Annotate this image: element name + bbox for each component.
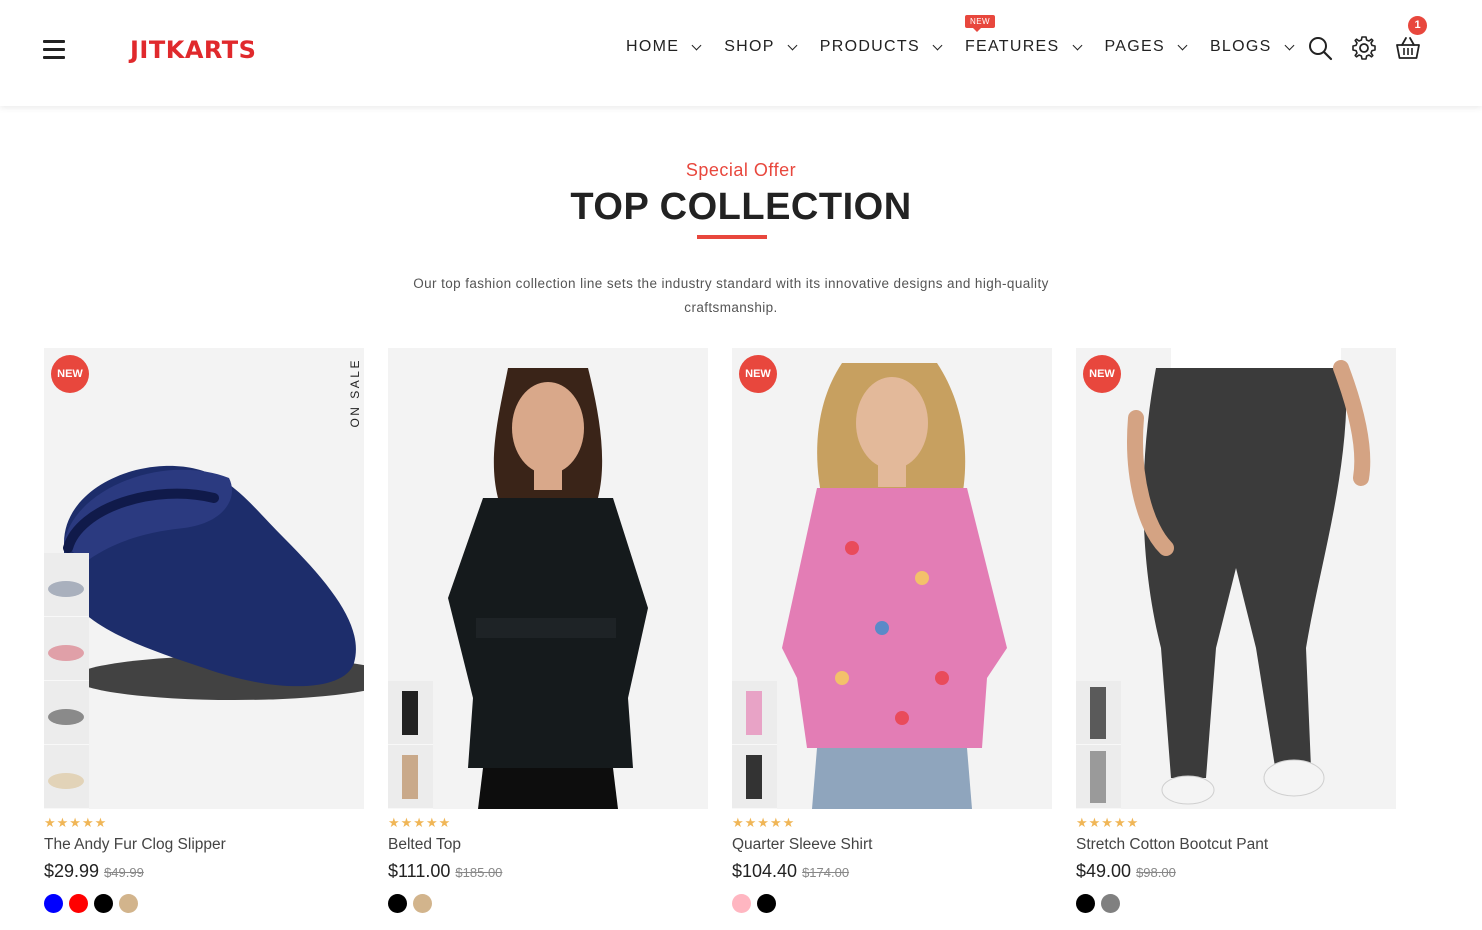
new-badge: NEW	[51, 355, 89, 393]
product-name[interactable]: Stretch Cotton Bootcut Pant	[1076, 836, 1396, 854]
chevron-down-icon	[1177, 40, 1188, 50]
color-swatch-gray[interactable]	[1101, 894, 1120, 913]
product-image[interactable]: NEW ON SALE	[44, 348, 364, 809]
chevron-down-icon	[932, 40, 943, 50]
slipper-illustration	[63, 465, 364, 700]
nav-item-products[interactable]: PRODUCTS	[819, 38, 943, 56]
nav-label: PAGES	[1104, 38, 1165, 55]
product-card: NEW ON SALE ★★★★★ The Andy Fur Clog Slip…	[44, 348, 364, 913]
product-name[interactable]: Belted Top	[388, 836, 708, 854]
product-thumbnail[interactable]	[44, 745, 89, 809]
cart-count-badge: 1	[1408, 16, 1427, 35]
nav-item-blogs[interactable]: BLOGS	[1209, 38, 1295, 56]
rating-stars: ★★★★★	[388, 815, 452, 830]
new-badge: NEW	[1083, 355, 1121, 393]
product-thumbnail[interactable]	[44, 553, 89, 617]
model-illustration	[782, 363, 1007, 809]
price-row: $104.40 $174.00	[732, 861, 1052, 882]
thumbnail-strip	[1076, 681, 1121, 809]
original-price: $174.00	[802, 865, 850, 880]
product-card: NEW ★★★★★ Stretch Cotton Bootcut Pant $4…	[1076, 348, 1396, 913]
thumbnail-strip	[732, 681, 777, 809]
color-swatches	[1076, 894, 1396, 913]
original-price: $98.00	[1136, 865, 1176, 880]
product-card: NEW ★★★★★ Quarter Sleeve Shirt $104.40 $…	[732, 348, 1052, 913]
chevron-down-icon	[1072, 40, 1082, 50]
current-price: $49.00	[1076, 861, 1132, 881]
nav-item-home[interactable]: HOME	[626, 38, 702, 56]
color-swatches	[44, 894, 364, 913]
title-underline	[697, 235, 767, 239]
on-sale-label: ON SALE	[348, 358, 362, 428]
section-description: Our top fashion collection line sets the…	[413, 276, 1049, 315]
product-thumbnail[interactable]	[44, 617, 89, 681]
color-swatch-tan[interactable]	[119, 894, 138, 913]
product-thumbnail[interactable]	[1076, 681, 1121, 745]
product-image[interactable]	[388, 348, 708, 809]
product-name[interactable]: Quarter Sleeve Shirt	[732, 836, 1052, 854]
current-price: $111.00	[388, 861, 451, 881]
product-image[interactable]: NEW	[732, 348, 1052, 809]
model-illustration	[448, 368, 648, 809]
nav-item-features[interactable]: NEW FEATURES	[964, 15, 1082, 56]
price-row: $29.99 $49.99	[44, 861, 364, 882]
color-swatch-red[interactable]	[69, 894, 88, 913]
current-price: $29.99	[44, 861, 100, 881]
product-thumbnail[interactable]	[732, 745, 777, 809]
product-image[interactable]: NEW	[1076, 348, 1396, 809]
original-price: $185.00	[455, 865, 503, 880]
color-swatch-pink[interactable]	[732, 894, 751, 913]
rating-stars: ★★★★★	[1076, 815, 1140, 830]
nav-label: PRODUCTS	[819, 38, 920, 55]
section-eyebrow: Special Offer	[685, 160, 797, 180]
color-swatch-black[interactable]	[1076, 894, 1095, 913]
main-nav: HOME SHOP PRODUCTS NEW FEATURES PAGES BL…	[626, 15, 1317, 56]
color-swatch-black[interactable]	[757, 894, 776, 913]
rating-stars: ★★★★★	[44, 815, 108, 830]
nav-label: SHOP	[724, 38, 775, 55]
price-row: $111.00 $185.00	[388, 861, 708, 882]
color-swatches	[732, 894, 1052, 913]
chevron-down-icon	[1284, 40, 1295, 50]
search-icon[interactable]	[1306, 34, 1334, 62]
thumbnail-strip	[388, 681, 433, 809]
nav-label: BLOGS	[1209, 38, 1272, 55]
color-swatch-blue[interactable]	[44, 894, 63, 913]
product-thumbnail[interactable]	[388, 745, 433, 809]
color-swatches	[388, 894, 708, 913]
product-thumbnail[interactable]	[1076, 745, 1121, 809]
product-card: ★★★★★ Belted Top $111.00 $185.00	[388, 348, 708, 913]
color-swatch-black[interactable]	[388, 894, 407, 913]
nav-item-pages[interactable]: PAGES	[1104, 38, 1188, 56]
product-thumbnail[interactable]	[732, 681, 777, 745]
price-row: $49.00 $98.00	[1076, 861, 1396, 882]
site-logo[interactable]: JITKARTS	[130, 36, 256, 64]
new-badge: NEW	[964, 15, 996, 32]
menu-icon[interactable]	[43, 40, 65, 60]
basket-icon[interactable]	[1394, 34, 1422, 62]
rating-stars: ★★★★★	[732, 815, 796, 830]
model-illustration	[1127, 348, 1371, 805]
thumbnail-strip	[44, 553, 89, 809]
color-swatch-tan[interactable]	[413, 894, 432, 913]
chevron-down-icon	[691, 40, 702, 50]
product-thumbnail[interactable]	[44, 681, 89, 745]
current-price: $104.40	[732, 861, 798, 881]
nav-item-shop[interactable]: SHOP	[724, 38, 798, 56]
new-badge: NEW	[739, 355, 777, 393]
gear-icon[interactable]	[1350, 34, 1378, 62]
product-name[interactable]: The Andy Fur Clog Slipper	[44, 836, 364, 854]
nav-label: HOME	[626, 38, 680, 55]
product-thumbnail[interactable]	[388, 681, 433, 745]
original-price: $49.99	[104, 865, 144, 880]
color-swatch-black[interactable]	[94, 894, 113, 913]
nav-label: FEATURES	[964, 38, 1060, 55]
section-title: TOP COLLECTION	[570, 186, 912, 228]
chevron-down-icon	[787, 40, 798, 50]
site-header: JITKARTS HOME SHOP PRODUCTS NEW FEATURES…	[0, 0, 1482, 106]
